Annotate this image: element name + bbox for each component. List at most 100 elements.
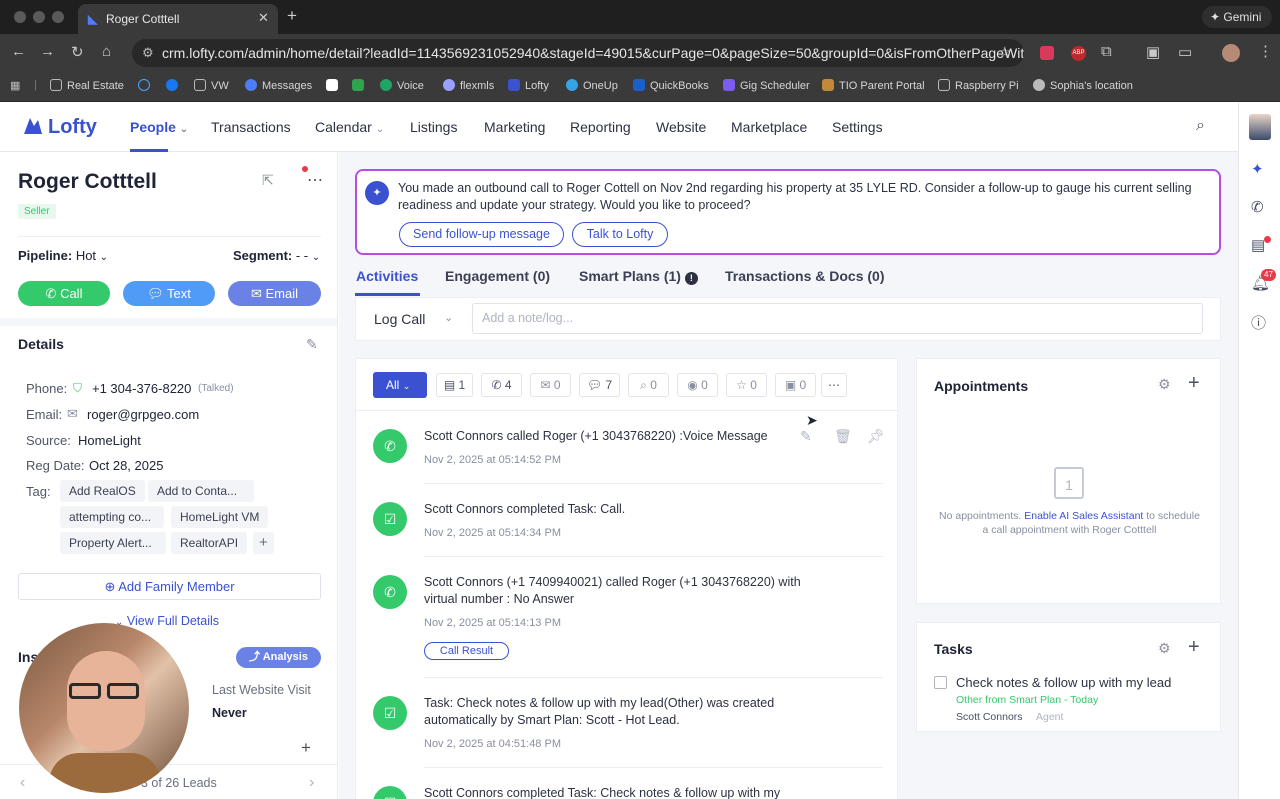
chevron-down-icon[interactable]: ⌄ [444, 311, 453, 324]
nav-marketplace[interactable]: Marketplace [731, 119, 807, 135]
next-lead-icon[interactable]: › [309, 774, 314, 792]
window-close-dot[interactable] [14, 11, 26, 23]
filter-views[interactable]: ◉ 0 [677, 373, 718, 397]
filter-emails[interactable]: ✉ 0 [530, 373, 571, 397]
nav-reporting[interactable]: Reporting [570, 119, 631, 135]
tag-chip[interactable]: RealtorAPI [171, 532, 248, 554]
pipeline-dropdown[interactable]: Pipeline: Hot ⌄ [18, 248, 108, 263]
note-input[interactable]: Add a note/log... [472, 303, 1203, 334]
browser-tab[interactable]: ◣ Roger Cotttell ✕ [78, 4, 278, 34]
bookmark-drive[interactable] [352, 79, 369, 92]
tag-chip[interactable]: Property Alert... [60, 532, 166, 554]
bookmark-flexmls[interactable]: flexmls [443, 79, 494, 92]
log-type-select[interactable]: Log Call [374, 311, 425, 327]
tab-transactions-docs[interactable]: Transactions & Docs (0) [725, 268, 885, 284]
filter-transactions[interactable]: ▣ 0 [775, 373, 816, 397]
bookmark-messages[interactable]: Messages [245, 79, 312, 92]
search-icon[interactable]: ⌕ [1196, 117, 1205, 135]
bookmark-oneup[interactable]: OneUp [566, 79, 618, 92]
email-value[interactable]: roger@grpgeo.com [87, 407, 199, 422]
back-arrow-icon[interactable]: ← [11, 43, 26, 60]
nav-settings[interactable]: Settings [832, 119, 883, 135]
filter-calls[interactable]: ✆ 4 [481, 373, 522, 397]
share-icon[interactable]: ⇱ [262, 172, 274, 189]
bookmark-sophia[interactable]: Sophia's location [1033, 79, 1133, 92]
forward-arrow-icon[interactable]: → [40, 43, 55, 60]
filter-more-icon[interactable]: ⋯ [821, 373, 847, 397]
nav-website[interactable]: Website [656, 119, 706, 135]
bookmark-star-icon[interactable]: ☆ [998, 43, 1011, 61]
filter-all-dropdown[interactable]: All ⌄ [373, 372, 427, 398]
phone-value[interactable]: +1 304-376-8220 [92, 381, 191, 396]
apps-grid-icon[interactable]: ▦ [10, 79, 20, 92]
filter-texts[interactable]: 💬︎ 7 [579, 373, 620, 397]
add-tag-icon[interactable]: + [253, 532, 274, 554]
bookmark-real-estate[interactable]: Real Estate [50, 79, 124, 92]
new-tab-icon[interactable]: + [287, 6, 297, 26]
gemini-button[interactable]: ✦ Gemini [1202, 6, 1272, 28]
nav-marketing[interactable]: Marketing [484, 119, 545, 135]
tag-chip[interactable]: Add to Conta... [148, 480, 254, 502]
reload-icon[interactable]: ↻ [71, 43, 84, 61]
bookmark-lofty[interactable]: Lofty [508, 79, 549, 92]
call-button[interactable]: ✆ Call [18, 281, 110, 306]
tag-chip[interactable]: HomeLight VM [171, 506, 269, 528]
nav-transactions[interactable]: Transactions [211, 119, 291, 135]
call-result-button[interactable]: Call Result [424, 642, 509, 660]
segment-dropdown[interactable]: Segment: - - ⌄ [233, 248, 320, 263]
edit-icon[interactable]: ✎ [306, 336, 318, 353]
tag-chip[interactable]: Add RealOS [60, 480, 145, 502]
task-title[interactable]: Check notes & follow up with my lead [956, 675, 1171, 690]
adblock-icon[interactable]: ABP [1071, 46, 1086, 61]
enable-ai-link[interactable]: Enable AI Sales Assistant [1024, 510, 1143, 522]
prev-lead-icon[interactable]: ‹ [20, 774, 25, 792]
tab-smart-plans[interactable]: Smart Plans (1) ! [579, 268, 698, 285]
extension-mail-icon[interactable] [1040, 46, 1054, 60]
bookmark-raspberry-pi[interactable]: Raspberry Pi [938, 79, 1019, 92]
bookmark-vw[interactable]: VW [194, 79, 229, 92]
nav-people[interactable]: People ⌄ [130, 119, 188, 135]
url-bar[interactable]: ⚙ crm.lofty.com/admin/home/detail?leadId… [132, 39, 1024, 67]
bookmark-tio[interactable]: TIO Parent Portal [822, 79, 925, 92]
gear-icon[interactable]: ⚙ [1158, 640, 1171, 657]
ai-sparkle-icon[interactable]: ✦ [1251, 160, 1264, 178]
analysis-button[interactable]: ⤴ Analysis [236, 647, 321, 668]
home-icon[interactable]: ⌂ [102, 43, 111, 60]
add-family-member-button[interactable]: ⊕ Add Family Member [18, 573, 321, 600]
help-icon[interactable]: ⓘ [1251, 312, 1266, 333]
tag-chip[interactable]: attempting co... [60, 506, 164, 528]
add-appointment-icon[interactable]: + [1188, 372, 1200, 395]
gear-icon[interactable]: ⚙ [1158, 376, 1171, 393]
user-avatar[interactable] [1249, 114, 1271, 140]
edit-icon[interactable]: ✎ [800, 428, 812, 445]
tab-activities[interactable]: Activities [356, 268, 418, 284]
send-follow-up-button[interactable]: Send follow-up message [399, 222, 564, 247]
view-full-details-link[interactable]: ⌄ View Full Details [115, 614, 219, 628]
task-checkbox[interactable] [934, 676, 947, 689]
bookmark-gig-scheduler[interactable]: Gig Scheduler [723, 79, 810, 92]
browser-menu-icon[interactable]: ⋮ [1258, 42, 1273, 60]
filter-favorites[interactable]: ☆ 0 [726, 373, 767, 397]
bookmark-amazon[interactable] [326, 79, 343, 92]
bookmark-quickbooks[interactable]: QuickBooks [633, 79, 709, 92]
lofty-logo[interactable]: Lofty [22, 114, 97, 141]
pin-icon[interactable]: 📌︎ [867, 428, 885, 445]
more-options-icon[interactable]: ⋯ [307, 170, 323, 190]
window-minimize-dot[interactable] [33, 11, 45, 23]
tab-engagement[interactable]: Engagement (0) [445, 268, 550, 284]
tab-close-icon[interactable]: ✕ [258, 10, 269, 26]
add-section-icon[interactable]: + [301, 738, 311, 758]
bookmark-voice[interactable]: Voice [380, 79, 424, 92]
add-task-icon[interactable]: + [1188, 636, 1200, 659]
extensions-puzzle-icon[interactable]: ⧉ [1101, 43, 1112, 60]
site-info-icon[interactable]: ⚙ [142, 39, 154, 67]
text-button[interactable]: 💬︎ Text [123, 281, 215, 306]
tab-search-icon[interactable]: ▣ [1146, 43, 1160, 61]
talk-to-lofty-button[interactable]: Talk to Lofty [572, 222, 668, 247]
cast-icon[interactable]: ▭ [1178, 43, 1192, 61]
window-zoom-dot[interactable] [52, 11, 64, 23]
filter-notes[interactable]: ▤ 1 [436, 373, 473, 397]
profile-avatar[interactable] [1222, 44, 1240, 62]
bookmark-smiley[interactable] [138, 79, 155, 92]
nav-listings[interactable]: Listings [410, 119, 457, 135]
